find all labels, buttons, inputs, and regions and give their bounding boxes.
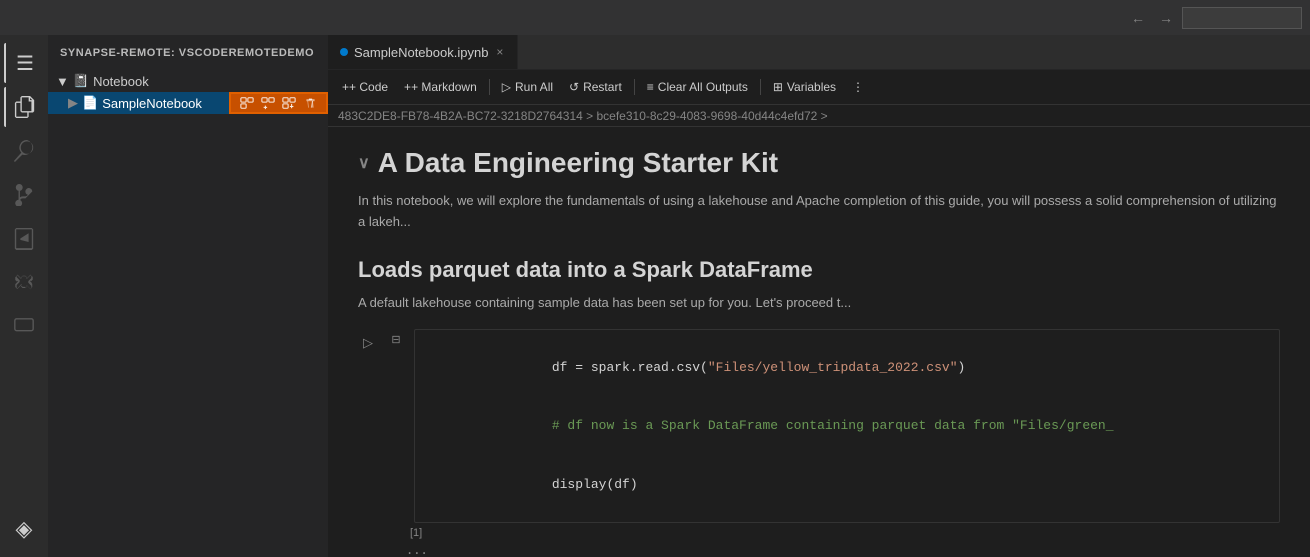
notebook-toolbar: + + Code + + Markdown ▷ Run All ↺ Restar… xyxy=(328,70,1310,105)
code-line-2: # df now is a Spark DataFrame containing… xyxy=(427,397,1267,456)
cell-output-dots-1: ... xyxy=(358,543,1280,557)
breadcrumb: 483C2DE8-FB78-4B2A-BC72-3218D2764314 > b… xyxy=(328,105,1310,127)
activity-remote-explorer[interactable] xyxy=(4,307,44,347)
notebook-content: ∨ A Data Engineering Starter Kit In this… xyxy=(328,127,1310,557)
sidebar: SYNAPSE-REMOTE: VSCODEREMOTEDEMO ▼ 📓 Not… xyxy=(48,35,328,557)
restart-label: Restart xyxy=(583,80,622,94)
cell-execution-number: [1] xyxy=(410,527,422,539)
run-all-label: Run All xyxy=(515,80,553,94)
add-markdown-button[interactable]: + + Markdown xyxy=(398,75,483,99)
add-code-button[interactable]: + + Code xyxy=(336,75,394,99)
code-line-1: df = spark.read.csv("Files/yellow_tripda… xyxy=(427,338,1267,397)
code-line-3: display(df) xyxy=(427,455,1267,514)
section2-title: Loads parquet data into a Spark DataFram… xyxy=(358,257,1280,283)
plus-icon2: + xyxy=(404,80,411,94)
variables-icon: ⊞ xyxy=(773,80,783,94)
notebook-section-header[interactable]: ▼ 📓 Notebook xyxy=(48,70,328,92)
sidebar-header: SYNAPSE-REMOTE: VSCODEREMOTEDEMO xyxy=(48,35,328,70)
nav-back-button[interactable]: ← xyxy=(1126,6,1150,30)
variables-button[interactable]: ⊞ Variables xyxy=(767,75,842,99)
activity-run-debug[interactable] xyxy=(4,219,44,259)
section2-desc: A default lakehouse containing sample da… xyxy=(358,293,1280,314)
title-search-input[interactable] xyxy=(1182,7,1302,29)
activity-source-control[interactable] xyxy=(4,175,44,215)
restart-icon: ↺ xyxy=(569,80,579,94)
cell-run-button[interactable]: ▷ xyxy=(358,333,378,353)
code-cell-1: ▷ ⊟ df = spark.read.csv("Files/yellow_tr… xyxy=(358,329,1280,523)
activity-extensions[interactable] xyxy=(4,263,44,303)
notebook-action-buttons xyxy=(229,92,328,114)
activity-explorer[interactable] xyxy=(4,87,44,127)
markdown-label: + Markdown xyxy=(411,80,477,94)
notebook-file-row[interactable]: ▶ 📄 SampleNotebook xyxy=(48,92,328,114)
cell-expand-button[interactable]: ⊟ xyxy=(386,333,406,346)
variables-label: Variables xyxy=(787,80,836,94)
more-icon: ⋮ xyxy=(852,80,864,94)
notebook-file-name: SampleNotebook xyxy=(102,96,202,111)
title-text: A Data Engineering Starter Kit xyxy=(378,147,778,179)
notebook-description: In this notebook, we will explore the fu… xyxy=(358,191,1280,233)
tab-filename: SampleNotebook.ipynb xyxy=(354,45,488,60)
action-notebook-more-btn[interactable] xyxy=(279,94,299,112)
action-notebook-view-btn[interactable] xyxy=(237,94,257,112)
restart-button[interactable]: ↺ Restart xyxy=(563,75,628,99)
clear-icon: ≡ xyxy=(647,80,654,94)
notebook-icon: 📓 xyxy=(73,73,89,89)
content-area: SampleNotebook.ipynb × + + Code + + Mark… xyxy=(328,35,1310,557)
activity-synapse[interactable]: ◈ xyxy=(4,509,44,549)
notebook-file-label: ▶ 📄 SampleNotebook xyxy=(48,95,229,111)
tab-dot xyxy=(340,48,348,56)
nav-forward-button[interactable]: → xyxy=(1154,6,1178,30)
activity-bar: ☰ ◈ xyxy=(0,35,48,557)
clear-outputs-label: Clear All Outputs xyxy=(658,80,748,94)
code-label: + Code xyxy=(349,80,388,94)
breadcrumb-path: 483C2DE8-FB78-4B2A-BC72-3218D2764314 > b… xyxy=(338,109,828,123)
clear-outputs-button[interactable]: ≡ Clear All Outputs xyxy=(641,75,754,99)
tab-close-button[interactable]: × xyxy=(494,43,505,61)
action-notebook-delete-btn[interactable] xyxy=(300,94,320,112)
activity-search[interactable] xyxy=(4,131,44,171)
more-options-button[interactable]: ⋮ xyxy=(846,75,870,99)
notebook-section-label: Notebook xyxy=(93,74,149,89)
nav-controls: ← → xyxy=(1126,6,1302,30)
chevron-right-icon: ▶ xyxy=(68,95,78,111)
tab-bar: SampleNotebook.ipynb × xyxy=(328,35,1310,70)
toolbar-divider-3 xyxy=(760,79,761,95)
title-bar: ← → xyxy=(0,0,1310,35)
chevron-right-icon: ▼ xyxy=(56,74,69,89)
code-block[interactable]: df = spark.read.csv("Files/yellow_tripda… xyxy=(414,329,1280,523)
notebook-title: ∨ A Data Engineering Starter Kit xyxy=(358,147,1280,179)
run-all-icon: ▷ xyxy=(502,80,511,94)
action-notebook-add-btn[interactable] xyxy=(258,94,278,112)
plus-icon: + xyxy=(342,80,349,94)
toolbar-divider-2 xyxy=(634,79,635,95)
toolbar-divider-1 xyxy=(489,79,490,95)
collapse-chevron[interactable]: ∨ xyxy=(358,153,370,173)
notebook-file-icon: 📄 xyxy=(82,95,98,111)
activity-menu[interactable]: ☰ xyxy=(4,43,44,83)
run-all-button[interactable]: ▷ Run All xyxy=(496,75,559,99)
tab-samplenotebook[interactable]: SampleNotebook.ipynb × xyxy=(328,35,518,69)
